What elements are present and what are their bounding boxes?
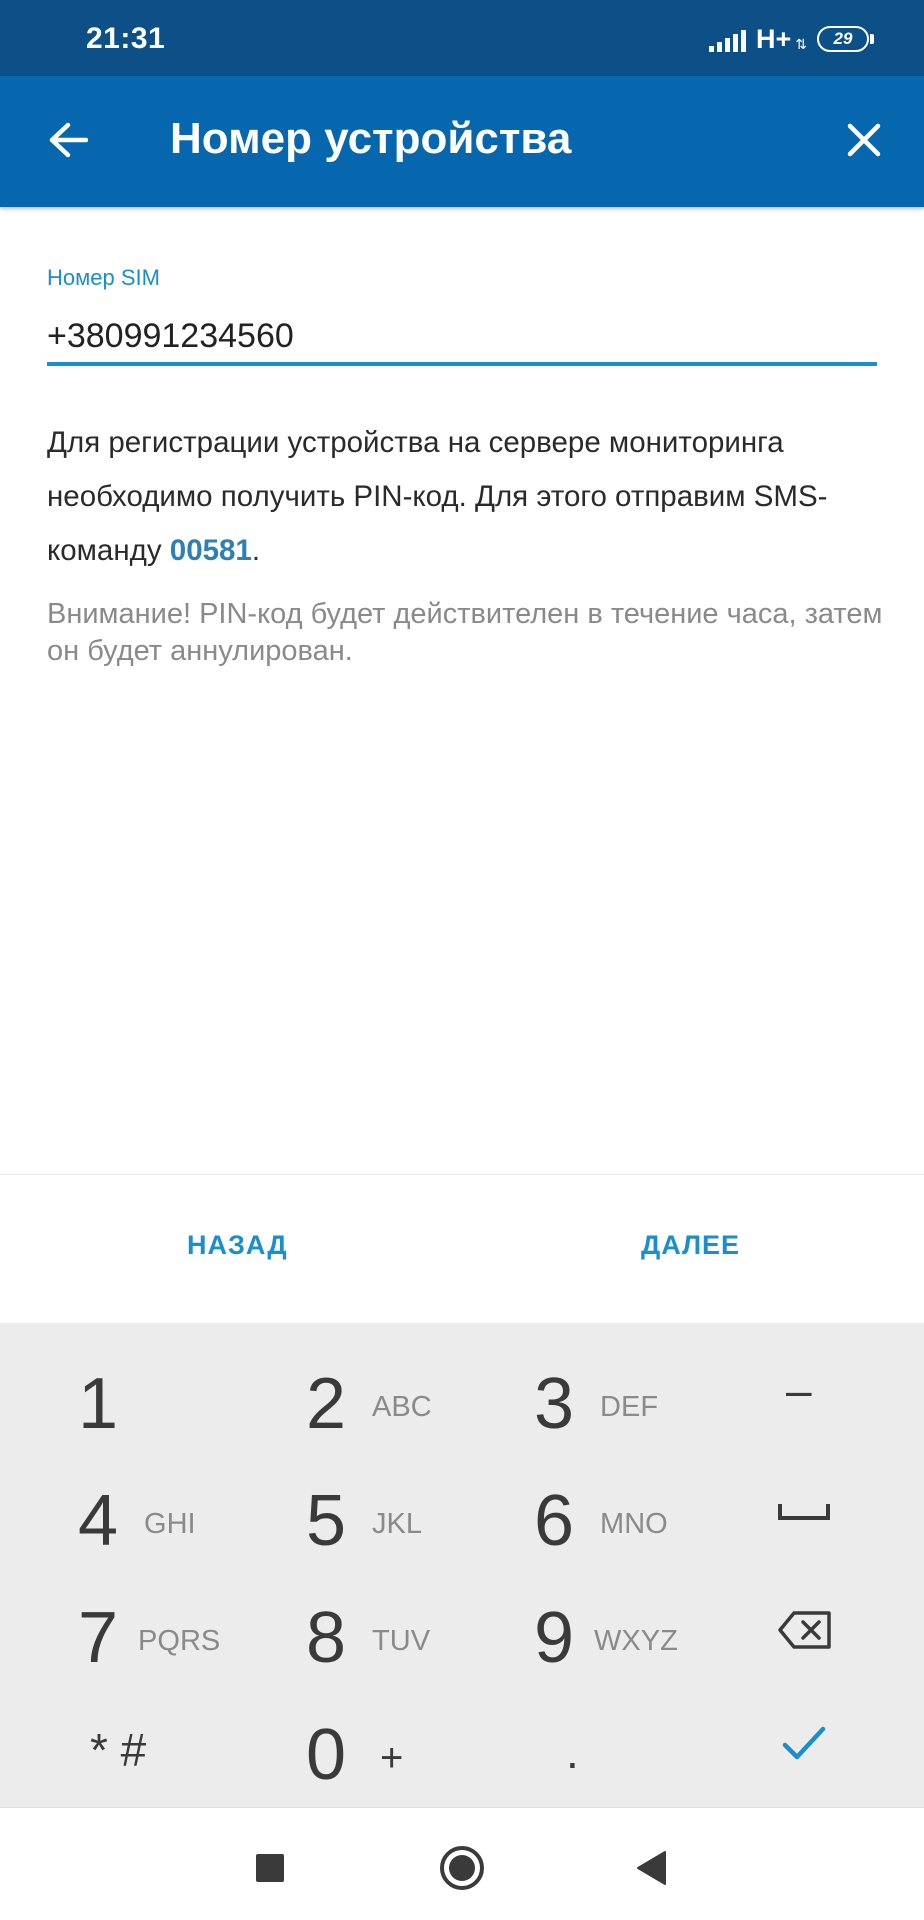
key-plus: + [380,1735,404,1780]
key-digit: 7 [78,1598,119,1678]
key-2[interactable]: 2 ABC [306,1363,432,1445]
close-icon [847,123,881,157]
key-letters: JKL [372,1507,423,1540]
key-letters: DEF [600,1390,659,1423]
sim-number-label: Номер SIM [47,265,160,290]
key-letters: PQRS [138,1624,221,1657]
backspace-icon [778,1611,831,1649]
sim-number-input[interactable] [47,308,877,364]
key-letters: TUV [372,1624,431,1657]
battery-level: 29 [817,26,869,52]
key-done[interactable] [782,1725,826,1761]
back-text-button[interactable]: НАЗАД [187,1230,288,1261]
sim-number-underline [47,362,877,366]
key-letters: WXYZ [594,1624,678,1657]
back-triangle-icon [637,1851,666,1885]
key-digit: 2 [306,1364,347,1444]
status-icons: H+ ⇅ 29 [708,23,874,54]
recents-square-icon [256,1854,284,1882]
key-digit: 0 [306,1715,347,1795]
key-3[interactable]: 3 DEF [534,1363,658,1445]
key-6[interactable]: 6 MNO [534,1480,668,1562]
dot-symbol: . [566,1726,579,1778]
arrow-back-icon [49,122,88,158]
status-time: 21:31 [86,22,166,55]
signal-icon [708,26,746,52]
nav-back-button[interactable] [622,1838,682,1898]
home-button[interactable] [432,1838,492,1898]
sms-command-code: 00581 [169,534,252,567]
system-nav-bar [0,1807,924,1920]
key-star-hash[interactable]: * # [90,1723,146,1777]
key-letters: ABC [372,1390,432,1423]
page-title: Номер устройства [170,114,572,163]
key-digit: 9 [534,1598,575,1678]
key-digit: 3 [534,1364,575,1444]
key-backspace[interactable] [776,1609,834,1651]
key-0[interactable]: 0 + [306,1714,403,1796]
warning-text: Внимание! PIN-код будет действителен в т… [47,598,883,667]
next-button[interactable]: ДАЛЕЕ [641,1230,740,1261]
data-activity-icon: ⇅ [795,35,807,52]
minus-symbol: – [786,1364,812,1416]
key-digit: 1 [78,1364,119,1444]
description-end: . [251,534,261,567]
key-digit: 4 [78,1481,119,1561]
key-7[interactable]: 7 PQRS [78,1597,220,1679]
numeric-keypad: 1 2 ABC 3 DEF – 4 GHI 5 JKL 6 MNO 7 PQRS… [0,1323,924,1807]
key-digit: 6 [534,1481,575,1561]
close-button[interactable] [832,108,896,172]
key-digit: 5 [306,1481,347,1561]
key-5[interactable]: 5 JKL [306,1480,422,1562]
back-button[interactable] [36,108,100,172]
key-1[interactable]: 1 [78,1363,118,1445]
app-bar: Номер устройства [0,76,924,207]
key-8[interactable]: 8 TUV [306,1597,430,1679]
key-space[interactable] [776,1498,832,1524]
key-9[interactable]: 9 WXYZ [534,1597,678,1679]
key-dot[interactable]: . [566,1725,579,1779]
checkmark-icon [782,1726,826,1760]
key-letters: GHI [144,1507,196,1540]
space-icon [778,1504,830,1520]
key-digit: 8 [306,1598,347,1678]
divider [0,1174,924,1175]
key-minus[interactable]: – [786,1363,812,1417]
star-hash-symbol: * # [90,1724,147,1776]
network-type: H+ [755,23,792,54]
battery-icon: 29 [817,26,874,52]
key-letters: MNO [600,1507,668,1540]
home-circle-icon [440,1846,484,1890]
status-bar: 21:31 H+ ⇅ 29 [0,0,924,76]
key-4[interactable]: 4 GHI [78,1480,196,1562]
description-main: Для регистрации устройства на сервере мо… [47,426,828,567]
recents-button[interactable] [240,1838,300,1898]
description-text: Для регистрации устройства на сервере мо… [47,416,887,578]
